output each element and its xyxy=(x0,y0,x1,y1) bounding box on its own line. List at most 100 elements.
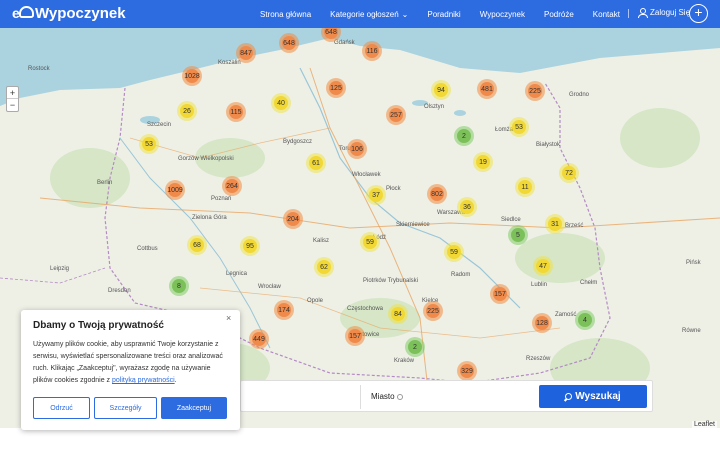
map-cluster-marker[interactable]: 4 xyxy=(575,310,595,330)
city-field[interactable]: Miasto xyxy=(371,392,403,401)
map-cluster-marker[interactable]: 125 xyxy=(326,78,346,98)
map-cluster-marker[interactable]: 62 xyxy=(314,257,334,277)
map-cluster-marker[interactable]: 1009 xyxy=(165,180,185,200)
map-cluster-marker[interactable]: 26 xyxy=(177,101,197,121)
zoom-in-button[interactable]: + xyxy=(7,87,18,99)
city-label: Brześć xyxy=(565,223,584,229)
city-label: Rzeszów xyxy=(526,356,551,362)
nav-travel[interactable]: Podróże xyxy=(544,10,574,19)
map-cluster-marker[interactable]: 61 xyxy=(306,153,326,173)
cookie-actions: Odrzuć Szczegóły Zaakceptuj xyxy=(33,397,231,419)
zoom-control: + − xyxy=(6,86,19,112)
city-label: Olsztyn xyxy=(424,104,445,110)
accept-cookies-button[interactable]: Zaakceptuj xyxy=(161,397,227,419)
search-bar: Miasto Wyszukaj xyxy=(240,380,653,412)
map-cluster-marker[interactable]: 36 xyxy=(457,197,477,217)
map-cluster-marker[interactable]: 648 xyxy=(279,33,299,53)
map-cluster-marker[interactable]: 31 xyxy=(545,214,565,234)
city-label: Siedlce xyxy=(501,217,521,223)
map-cluster-marker[interactable]: 59 xyxy=(360,232,380,252)
cookie-details-button[interactable]: Szczegóły xyxy=(94,397,157,419)
privacy-policy-link[interactable]: polityką prywatności xyxy=(112,377,175,384)
map-cluster-marker[interactable]: 37 xyxy=(366,185,386,205)
city-label: Lublin xyxy=(531,282,548,288)
map-cluster-marker[interactable]: 329 xyxy=(457,361,477,381)
map-cluster-marker[interactable]: 128 xyxy=(532,313,552,333)
city-label: Częstochowa xyxy=(347,306,384,312)
city-label: Poznań xyxy=(211,196,232,202)
map-cluster-marker[interactable]: 40 xyxy=(271,93,291,113)
reject-cookies-button[interactable]: Odrzuć xyxy=(33,397,90,419)
city-label: Leipzig xyxy=(50,266,70,272)
map-cluster-marker[interactable]: 174 xyxy=(274,300,294,320)
map-cluster-marker[interactable]: 116 xyxy=(362,41,382,61)
map-cluster-marker[interactable]: 2 xyxy=(454,126,474,146)
city-label: Szczecin xyxy=(147,122,172,128)
nav-guides[interactable]: Poradniki xyxy=(427,10,460,19)
city-label: Rostock xyxy=(28,66,50,72)
search-button[interactable]: Wyszukaj xyxy=(539,385,647,408)
city-label: Bydgoszcz xyxy=(283,139,313,145)
map-cluster-marker[interactable]: 204 xyxy=(283,209,303,229)
map-cluster-marker[interactable]: 802 xyxy=(427,184,447,204)
map-attribution[interactable]: Leaflet xyxy=(691,421,717,428)
city-label: Równe xyxy=(682,328,701,334)
map-cluster-marker[interactable]: 8 xyxy=(169,276,189,296)
map-cluster-marker[interactable]: 94 xyxy=(431,80,451,100)
map-cluster-marker[interactable]: 481 xyxy=(477,79,497,99)
zoom-out-button[interactable]: − xyxy=(7,99,18,111)
map-cluster-marker[interactable]: 53 xyxy=(139,134,159,154)
map-cluster-marker[interactable]: 449 xyxy=(249,329,269,349)
city-label: Grodno xyxy=(569,92,590,98)
map-cluster-marker[interactable]: 157 xyxy=(345,326,365,346)
map-cluster-marker[interactable]: 59 xyxy=(444,242,464,262)
map-cluster-marker[interactable]: 847 xyxy=(236,43,256,63)
cookie-consent-dialog: × Dbamy o Twoją prywatność Używamy plikó… xyxy=(21,310,240,430)
keyword-input[interactable] xyxy=(241,381,360,411)
map-cluster-marker[interactable]: 19 xyxy=(473,152,493,172)
map-cluster-marker[interactable]: 2 xyxy=(405,337,425,357)
nav-home[interactable]: Strona główna xyxy=(260,10,311,19)
map-cluster-marker[interactable]: 1028 xyxy=(182,66,202,86)
add-listing-button[interactable]: + xyxy=(689,4,708,23)
map-cluster-marker[interactable]: 5 xyxy=(508,225,528,245)
city-label: Kraków xyxy=(394,358,415,364)
cookie-text-end: . xyxy=(174,377,177,384)
user-icon xyxy=(638,8,648,18)
city-label: Wrocław xyxy=(258,284,281,290)
map-cluster-marker[interactable]: 53 xyxy=(509,117,529,137)
map-cluster-marker[interactable]: 72 xyxy=(559,163,579,183)
login-label: Zaloguj Się xyxy=(650,8,691,17)
city-label: Zielona Góra xyxy=(192,215,227,221)
map-cluster-marker[interactable]: 257 xyxy=(386,105,406,125)
city-label: Gdańsk xyxy=(334,40,355,46)
nav-categories[interactable]: Kategorie ogłoszeń ⌄ xyxy=(330,10,408,19)
map-cluster-marker[interactable]: 11 xyxy=(515,177,535,197)
city-label: Skierniewice xyxy=(396,222,430,228)
map-cluster-marker[interactable]: 95 xyxy=(240,236,260,256)
map-cluster-marker[interactable]: 115 xyxy=(226,102,246,122)
city-label: Chełm xyxy=(580,280,598,286)
city-label: Legnica xyxy=(226,271,248,277)
nav-leisure[interactable]: Wypoczynek xyxy=(480,10,525,19)
login-link[interactable]: Zaloguj Się xyxy=(638,8,691,18)
city-label: Berlin xyxy=(97,180,113,186)
map-cluster-marker[interactable]: 264 xyxy=(222,176,242,196)
logo-text: Wypoczynek xyxy=(35,4,126,22)
city-label: Włocławek xyxy=(352,172,381,178)
close-icon[interactable]: × xyxy=(226,313,231,323)
map-cluster-marker[interactable]: 106 xyxy=(347,139,367,159)
nav-contact[interactable]: Kontakt xyxy=(593,10,620,19)
map-cluster-marker[interactable]: 84 xyxy=(388,304,408,324)
city-label: Gorzów Wielkopolski xyxy=(178,156,234,162)
city-label: Piotrków Trybunalski xyxy=(363,278,419,284)
city-label: Dresden xyxy=(108,288,131,294)
map-cluster-marker[interactable]: 157 xyxy=(490,284,510,304)
site-logo[interactable]: e Wypoczynek xyxy=(12,4,126,22)
map-cluster-marker[interactable]: 225 xyxy=(525,81,545,101)
map-cluster-marker[interactable]: 47 xyxy=(533,256,553,276)
city-label: Cottbus xyxy=(137,246,158,252)
map-cluster-marker[interactable]: 225 xyxy=(423,301,443,321)
main-nav: Strona główna Kategorie ogłoszeń ⌄ Porad… xyxy=(260,0,639,28)
map-cluster-marker[interactable]: 68 xyxy=(187,235,207,255)
